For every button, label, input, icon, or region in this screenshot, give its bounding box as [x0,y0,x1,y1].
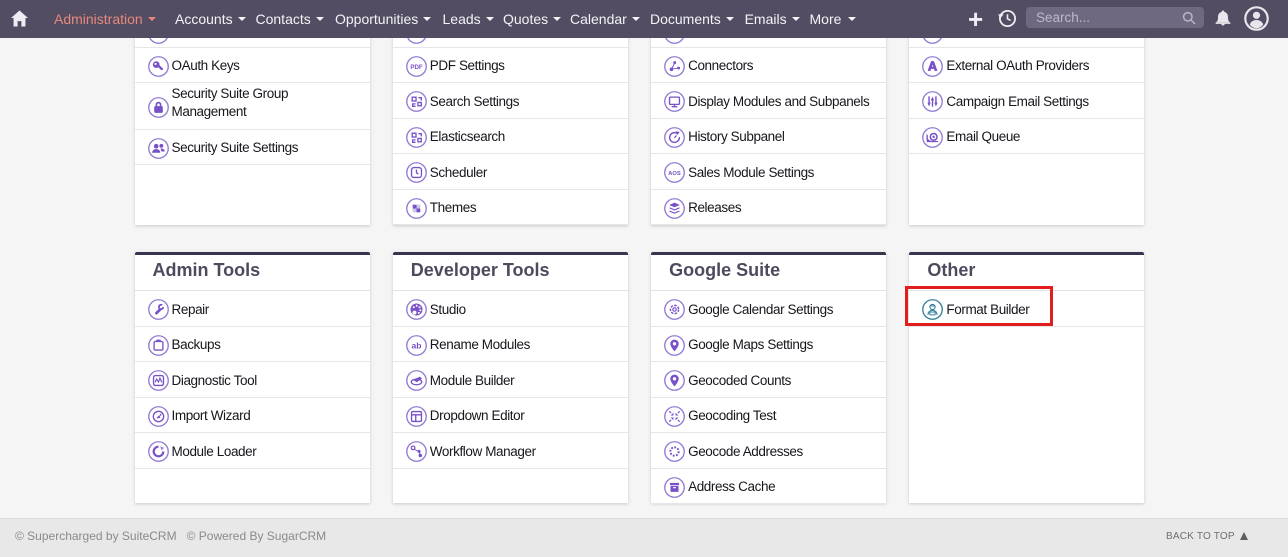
svg-text:ab: ab [411,340,421,350]
svg-text:AOS: AOS [668,171,681,177]
svg-text:A: A [928,58,937,73]
svg-text:PDF: PDF [410,63,423,70]
